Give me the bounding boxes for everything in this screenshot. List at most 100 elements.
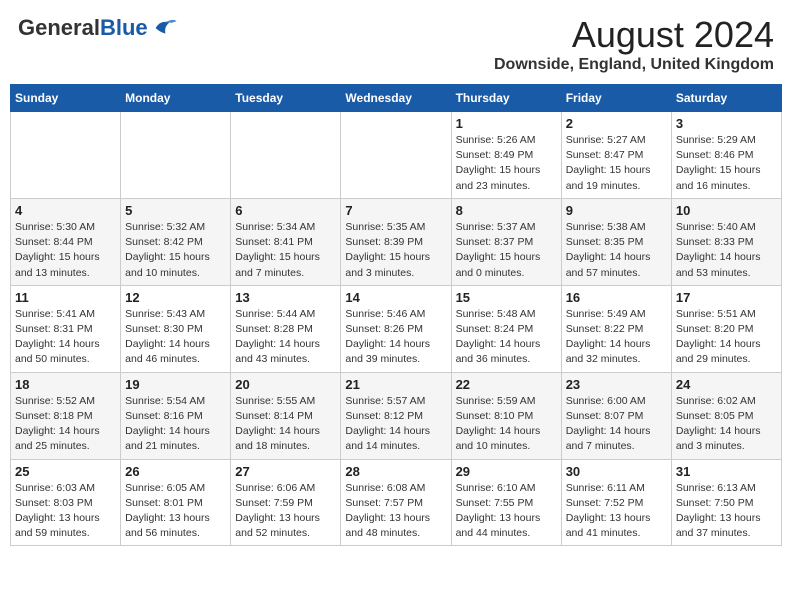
day-info: Sunrise: 5:34 AM Sunset: 8:41 PM Dayligh… <box>235 220 336 281</box>
calendar-cell: 3 Sunrise: 5:29 AM Sunset: 8:46 PM Daylig… <box>671 112 781 199</box>
day-number: 13 <box>235 290 336 305</box>
day-number: 25 <box>15 464 116 479</box>
day-info: Sunrise: 5:59 AM Sunset: 8:10 PM Dayligh… <box>456 394 557 455</box>
location: Downside, England, United Kingdom <box>494 56 774 74</box>
calendar-body: 1 Sunrise: 5:26 AM Sunset: 8:49 PM Daylig… <box>11 112 782 546</box>
day-number: 22 <box>456 377 557 392</box>
day-number: 10 <box>676 203 777 218</box>
calendar-cell: 10 Sunrise: 5:40 AM Sunset: 8:33 PM Dayli… <box>671 198 781 285</box>
day-number: 5 <box>125 203 226 218</box>
header-cell-wednesday: Wednesday <box>341 85 451 112</box>
day-info: Sunrise: 6:08 AM Sunset: 7:57 PM Dayligh… <box>345 481 446 542</box>
day-info: Sunrise: 6:00 AM Sunset: 8:07 PM Dayligh… <box>566 394 667 455</box>
day-number: 20 <box>235 377 336 392</box>
day-info: Sunrise: 5:27 AM Sunset: 8:47 PM Dayligh… <box>566 133 667 194</box>
day-info: Sunrise: 5:44 AM Sunset: 8:28 PM Dayligh… <box>235 307 336 368</box>
calendar-cell: 7Sunrise: 5:35 AM Sunset: 8:39 PM Daylig… <box>341 198 451 285</box>
day-info: Sunrise: 5:54 AM Sunset: 8:16 PM Dayligh… <box>125 394 226 455</box>
day-number: 27 <box>235 464 336 479</box>
day-number: 24 <box>676 377 777 392</box>
page-header: GeneralBlue August 2024 Downside, Englan… <box>10 10 782 78</box>
calendar-cell: 28Sunrise: 6:08 AM Sunset: 7:57 PM Dayli… <box>341 459 451 546</box>
day-info: Sunrise: 5:32 AM Sunset: 8:42 PM Dayligh… <box>125 220 226 281</box>
calendar-cell: 1 Sunrise: 5:26 AM Sunset: 8:49 PM Daylig… <box>451 112 561 199</box>
calendar-cell: 18 Sunrise: 5:52 AM Sunset: 8:18 PM Dayli… <box>11 372 121 459</box>
day-number: 29 <box>456 464 557 479</box>
calendar-cell: 15 Sunrise: 5:48 AM Sunset: 8:24 PM Dayli… <box>451 285 561 372</box>
calendar-cell: 11 Sunrise: 5:41 AM Sunset: 8:31 PM Dayli… <box>11 285 121 372</box>
calendar-cell: 24 Sunrise: 6:02 AM Sunset: 8:05 PM Dayli… <box>671 372 781 459</box>
day-info: Sunrise: 5:48 AM Sunset: 8:24 PM Dayligh… <box>456 307 557 368</box>
day-number: 6 <box>235 203 336 218</box>
month-title: August 2024 <box>494 14 774 56</box>
day-number: 2 <box>566 116 667 131</box>
day-info: Sunrise: 5:46 AM Sunset: 8:26 PM Dayligh… <box>345 307 446 368</box>
calendar-cell: 9 Sunrise: 5:38 AM Sunset: 8:35 PM Daylig… <box>561 198 671 285</box>
logo: GeneralBlue <box>18 14 178 42</box>
calendar-week-row: 1 Sunrise: 5:26 AM Sunset: 8:49 PM Daylig… <box>11 112 782 199</box>
title-section: August 2024 Downside, England, United Ki… <box>494 14 774 74</box>
day-number: 30 <box>566 464 667 479</box>
day-number: 26 <box>125 464 226 479</box>
calendar-table: SundayMondayTuesdayWednesdayThursdayFrid… <box>10 84 782 546</box>
calendar-cell: 25Sunrise: 6:03 AM Sunset: 8:03 PM Dayli… <box>11 459 121 546</box>
calendar-cell <box>11 112 121 199</box>
calendar-cell: 22 Sunrise: 5:59 AM Sunset: 8:10 PM Dayli… <box>451 372 561 459</box>
day-info: Sunrise: 6:13 AM Sunset: 7:50 PM Dayligh… <box>676 481 777 542</box>
calendar-cell <box>341 112 451 199</box>
calendar-cell: 4Sunrise: 5:30 AM Sunset: 8:44 PM Daylig… <box>11 198 121 285</box>
day-info: Sunrise: 5:55 AM Sunset: 8:14 PM Dayligh… <box>235 394 336 455</box>
calendar-cell: 31 Sunrise: 6:13 AM Sunset: 7:50 PM Dayli… <box>671 459 781 546</box>
calendar-week-row: 25Sunrise: 6:03 AM Sunset: 8:03 PM Dayli… <box>11 459 782 546</box>
day-number: 18 <box>15 377 116 392</box>
calendar-cell: 19Sunrise: 5:54 AM Sunset: 8:16 PM Dayli… <box>121 372 231 459</box>
calendar-cell: 8 Sunrise: 5:37 AM Sunset: 8:37 PM Daylig… <box>451 198 561 285</box>
day-info: Sunrise: 5:38 AM Sunset: 8:35 PM Dayligh… <box>566 220 667 281</box>
day-info: Sunrise: 5:40 AM Sunset: 8:33 PM Dayligh… <box>676 220 777 281</box>
calendar-cell: 23 Sunrise: 6:00 AM Sunset: 8:07 PM Dayli… <box>561 372 671 459</box>
day-info: Sunrise: 5:29 AM Sunset: 8:46 PM Dayligh… <box>676 133 777 194</box>
calendar-cell: 13 Sunrise: 5:44 AM Sunset: 8:28 PM Dayli… <box>231 285 341 372</box>
calendar-cell <box>231 112 341 199</box>
day-info: Sunrise: 6:06 AM Sunset: 7:59 PM Dayligh… <box>235 481 336 542</box>
day-number: 23 <box>566 377 667 392</box>
header-cell-friday: Friday <box>561 85 671 112</box>
day-info: Sunrise: 6:02 AM Sunset: 8:05 PM Dayligh… <box>676 394 777 455</box>
day-info: Sunrise: 6:11 AM Sunset: 7:52 PM Dayligh… <box>566 481 667 542</box>
day-info: Sunrise: 5:57 AM Sunset: 8:12 PM Dayligh… <box>345 394 446 455</box>
day-number: 11 <box>15 290 116 305</box>
day-number: 7 <box>345 203 446 218</box>
logo-blue: Blue <box>100 15 148 40</box>
day-number: 8 <box>456 203 557 218</box>
calendar-cell: 6 Sunrise: 5:34 AM Sunset: 8:41 PM Daylig… <box>231 198 341 285</box>
day-number: 17 <box>676 290 777 305</box>
calendar-cell <box>121 112 231 199</box>
header-cell-thursday: Thursday <box>451 85 561 112</box>
calendar-cell: 14 Sunrise: 5:46 AM Sunset: 8:26 PM Dayli… <box>341 285 451 372</box>
calendar-cell: 16Sunrise: 5:49 AM Sunset: 8:22 PM Dayli… <box>561 285 671 372</box>
day-info: Sunrise: 5:41 AM Sunset: 8:31 PM Dayligh… <box>15 307 116 368</box>
day-number: 14 <box>345 290 446 305</box>
calendar-week-row: 18 Sunrise: 5:52 AM Sunset: 8:18 PM Dayli… <box>11 372 782 459</box>
day-number: 9 <box>566 203 667 218</box>
header-cell-tuesday: Tuesday <box>231 85 341 112</box>
calendar-week-row: 11 Sunrise: 5:41 AM Sunset: 8:31 PM Dayli… <box>11 285 782 372</box>
header-cell-sunday: Sunday <box>11 85 121 112</box>
day-info: Sunrise: 5:52 AM Sunset: 8:18 PM Dayligh… <box>15 394 116 455</box>
day-info: Sunrise: 5:37 AM Sunset: 8:37 PM Dayligh… <box>456 220 557 281</box>
day-number: 12 <box>125 290 226 305</box>
day-info: Sunrise: 6:10 AM Sunset: 7:55 PM Dayligh… <box>456 481 557 542</box>
header-row: SundayMondayTuesdayWednesdayThursdayFrid… <box>11 85 782 112</box>
day-number: 1 <box>456 116 557 131</box>
calendar-week-row: 4Sunrise: 5:30 AM Sunset: 8:44 PM Daylig… <box>11 198 782 285</box>
day-info: Sunrise: 5:49 AM Sunset: 8:22 PM Dayligh… <box>566 307 667 368</box>
calendar-header: SundayMondayTuesdayWednesdayThursdayFrid… <box>11 85 782 112</box>
day-info: Sunrise: 6:05 AM Sunset: 8:01 PM Dayligh… <box>125 481 226 542</box>
calendar-cell: 5 Sunrise: 5:32 AM Sunset: 8:42 PM Daylig… <box>121 198 231 285</box>
day-number: 31 <box>676 464 777 479</box>
day-number: 3 <box>676 116 777 131</box>
calendar-cell: 17Sunrise: 5:51 AM Sunset: 8:20 PM Dayli… <box>671 285 781 372</box>
day-number: 15 <box>456 290 557 305</box>
header-cell-saturday: Saturday <box>671 85 781 112</box>
day-info: Sunrise: 5:26 AM Sunset: 8:49 PM Dayligh… <box>456 133 557 194</box>
